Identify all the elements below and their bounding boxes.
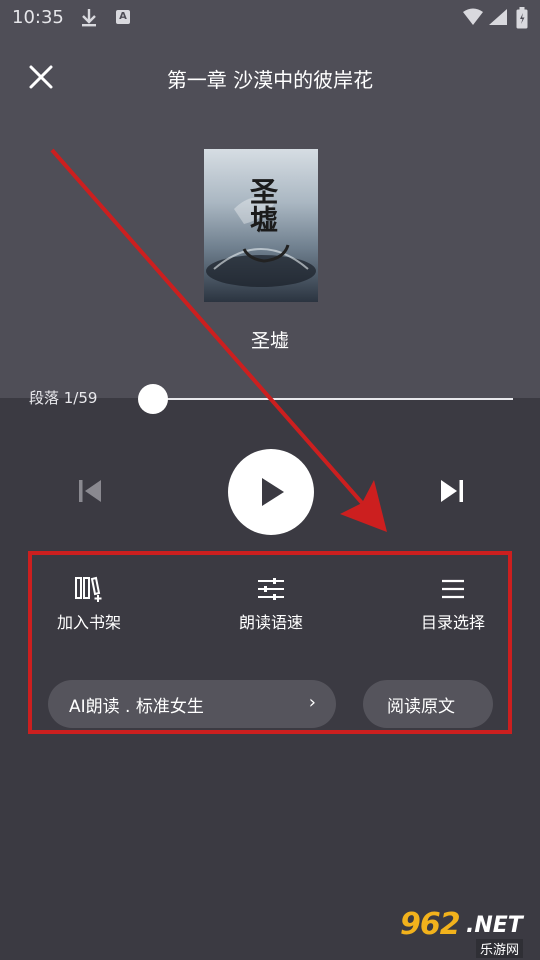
progress-thumb[interactable] [138,384,168,414]
next-button[interactable] [437,476,467,506]
voice-select-button[interactable]: AI朗读 . 标准女生 › [48,680,336,728]
menu-list-icon [442,579,464,599]
progress-track[interactable] [153,398,513,400]
table-of-contents-button[interactable]: 目录选择 [393,575,513,633]
status-time: 10:35 [12,7,64,28]
read-original-label: 阅读原文 [387,697,455,717]
chapter-title: 第一章 沙漠中的彼岸花 [166,68,374,92]
play-icon [262,478,284,506]
watermark-net: .NET [466,913,523,938]
previous-button[interactable] [75,476,105,506]
cover-title: 圣墟 [246,177,279,233]
reading-speed-button[interactable]: 朗读语速 [211,575,331,633]
reading-speed-label: 朗读语速 [238,613,303,632]
book-cover: 圣墟 [204,149,318,302]
watermark-number: 962 [400,907,461,942]
table-of-contents-label: 目录选择 [420,613,485,632]
notification-icon: A [116,10,130,24]
bookshelf-add-icon [75,576,102,602]
wifi-icon [462,8,484,30]
add-to-bookshelf-button[interactable]: 加入书架 [29,575,149,633]
skip-next-icon [441,480,463,502]
paragraph-indicator: 段落 1/59 [29,389,98,407]
download-icon [80,8,98,32]
signal-icon [488,8,508,30]
watermark-logo: 962 .NET 乐游网 [400,905,536,958]
status-bar: 10:35 A [0,0,540,36]
skip-previous-icon [79,480,101,502]
play-button[interactable] [228,449,314,535]
chevron-right-icon: › [308,692,316,713]
book-name: 圣墟 [250,330,289,352]
read-original-button[interactable]: 阅读原文 [363,680,493,728]
add-to-bookshelf-label: 加入书架 [56,613,121,632]
voice-label: AI朗读 . 标准女生 [69,697,204,717]
battery-icon [516,7,528,33]
sliders-icon [258,578,284,600]
watermark-text: 乐游网 [476,939,524,958]
